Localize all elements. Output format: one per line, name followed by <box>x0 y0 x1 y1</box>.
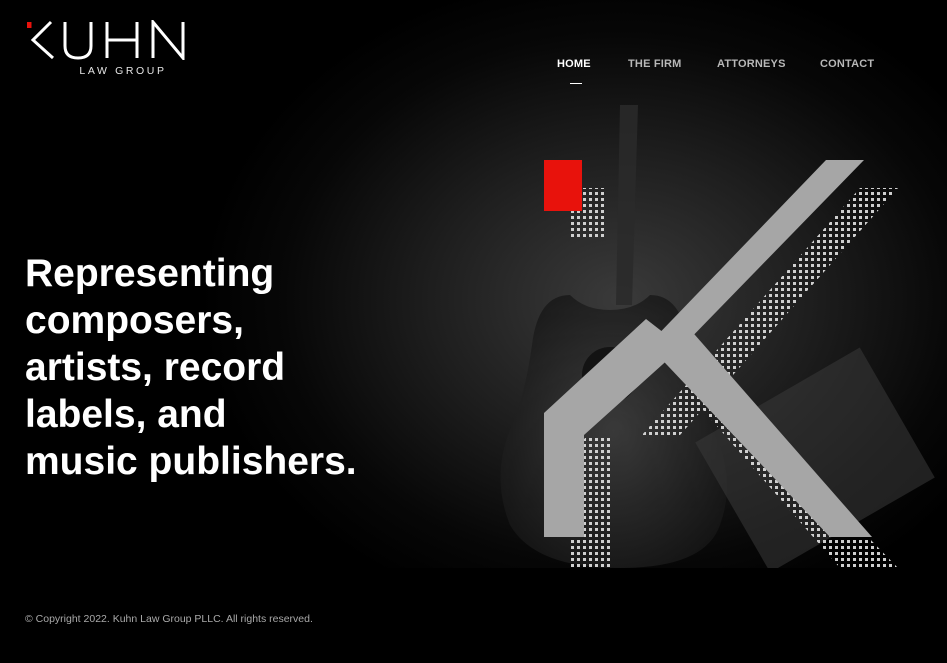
headline-line: music publishers. <box>25 440 357 483</box>
nav-the-firm[interactable]: THE FIRM <box>628 58 682 70</box>
headline-line: artists, record <box>25 346 286 389</box>
headline-line: composers, <box>25 299 244 342</box>
red-accent-square <box>544 160 582 211</box>
logo-accent-square <box>27 22 32 28</box>
kuhn-logo-mark <box>27 20 185 60</box>
headline-line: Representing <box>25 252 275 295</box>
nav-home[interactable]: HOME <box>557 58 591 70</box>
main-navigation: HOME THE FIRM ATTORNEYS CONTACT <box>0 58 947 88</box>
hero-artwork <box>500 105 935 568</box>
nav-active-indicator <box>570 83 582 84</box>
hero-headline: Representing composers, artists, record … <box>25 250 425 485</box>
footer-copyright: © Copyright 2022. Kuhn Law Group PLLC. A… <box>25 613 313 625</box>
headline-line: labels, and <box>25 393 227 436</box>
nav-attorneys[interactable]: ATTORNEYS <box>717 58 786 70</box>
nav-contact[interactable]: CONTACT <box>820 58 874 70</box>
